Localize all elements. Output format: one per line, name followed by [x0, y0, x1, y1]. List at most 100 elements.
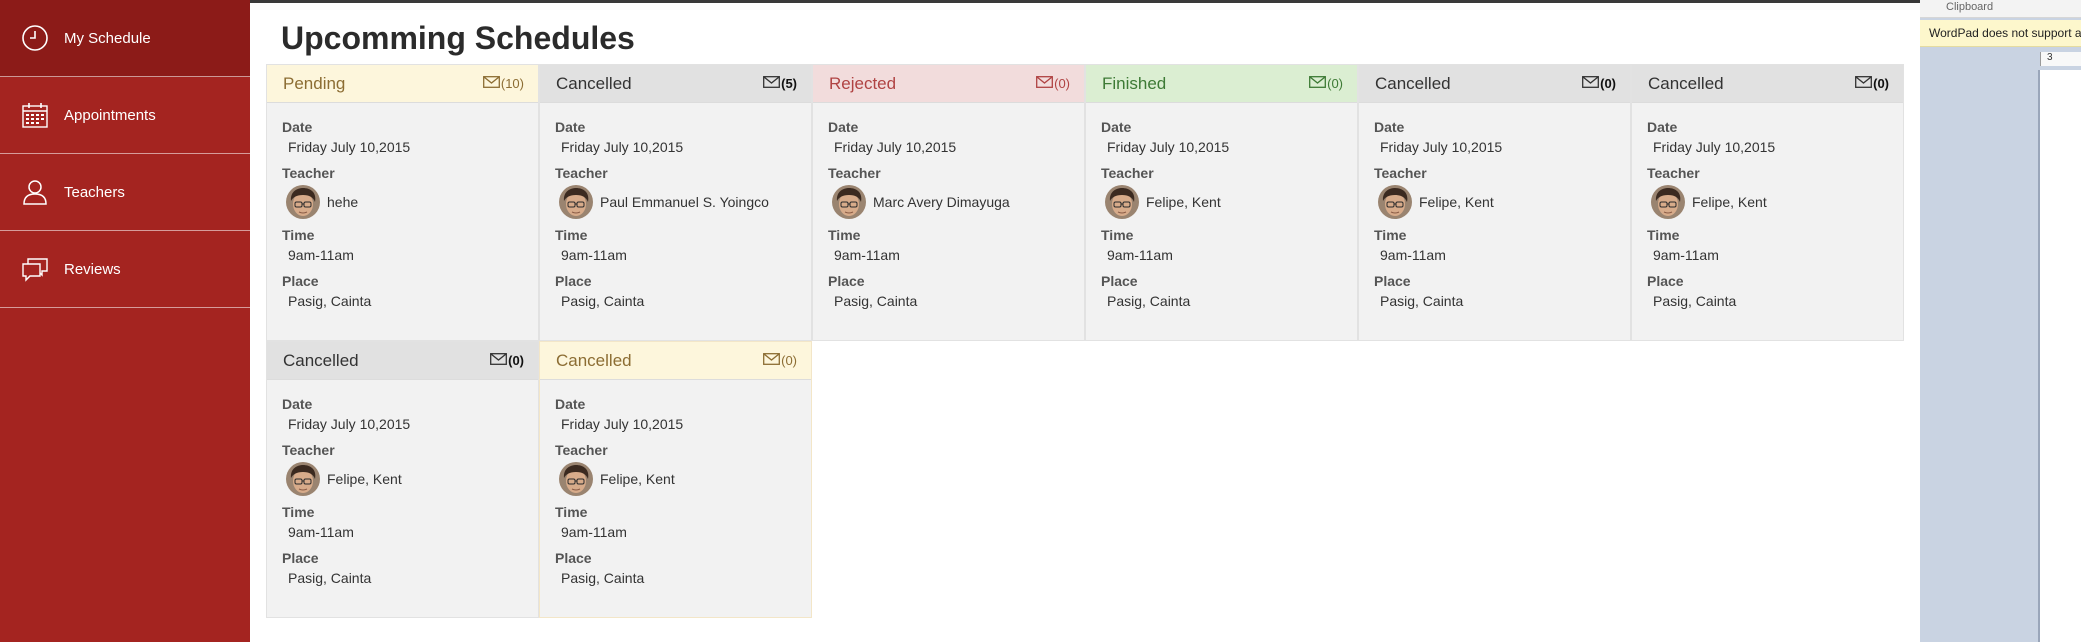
message-count[interactable]: (0)	[1309, 76, 1343, 91]
schedule-card[interactable]: Cancelled (5) Date Friday July 10,2015 T…	[539, 64, 812, 341]
message-count-value: (0)	[1873, 76, 1889, 91]
main-content: Upcomming Schedules Pending (10) Date Fr…	[250, 0, 1920, 642]
time-value: 9am-11am	[1107, 247, 1173, 263]
teacher-name[interactable]: Paul Emmanuel S. Yoingco	[600, 194, 769, 210]
time-label: Time	[1374, 227, 1407, 243]
card-header: Finished (0)	[1086, 65, 1357, 103]
teacher-name[interactable]: Felipe, Kent	[327, 471, 402, 487]
sidebar-item-teachers[interactable]: Teachers	[0, 154, 250, 231]
schedule-card[interactable]: Finished (0) Date Friday July 10,2015 Te…	[1085, 64, 1358, 341]
teacher-name[interactable]: Felipe, Kent	[1692, 194, 1767, 210]
place-label: Place	[1374, 273, 1411, 289]
sidebar-item-label: Appointments	[64, 106, 156, 124]
message-count[interactable]: (0)	[1582, 76, 1616, 91]
card-body: Date Friday July 10,2015 Teacher Marc Av…	[813, 103, 1084, 309]
document-page[interactable]	[2038, 70, 2081, 642]
sidebar-item-reviews[interactable]: Reviews	[0, 231, 250, 308]
sidebar: My Schedule Appointments Teachers Review…	[0, 0, 250, 642]
envelope-icon	[763, 353, 781, 368]
message-count[interactable]: (0)	[763, 353, 797, 368]
card-header: Cancelled (5)	[540, 65, 811, 103]
teacher-label: Teacher	[1101, 165, 1154, 181]
schedule-card[interactable]: Cancelled (0) Date Friday July 10,2015 T…	[1358, 64, 1631, 341]
avatar	[1378, 185, 1412, 219]
schedule-card[interactable]: Rejected (0) Date Friday July 10,2015 Te…	[812, 64, 1085, 341]
sidebar-item-my-schedule[interactable]: My Schedule	[0, 0, 250, 77]
avatar	[832, 185, 866, 219]
place-value: Pasig, Cainta	[834, 293, 918, 309]
card-header: Pending (10)	[267, 65, 538, 103]
avatar	[1651, 185, 1685, 219]
date-value: Friday July 10,2015	[1107, 139, 1230, 155]
message-count-value: (0)	[1054, 76, 1070, 91]
card-body: Date Friday July 10,2015 Teacher Felipe,…	[267, 380, 538, 586]
envelope-icon	[1309, 76, 1327, 91]
teacher-label: Teacher	[1647, 165, 1700, 181]
teacher-label: Teacher	[555, 165, 608, 181]
message-count-value: (10)	[500, 76, 524, 91]
teacher-name[interactable]: hehe	[327, 194, 358, 210]
date-label: Date	[828, 119, 859, 135]
card-header: Cancelled (0)	[267, 342, 538, 380]
teacher-row: Felipe, Kent	[1101, 185, 1342, 219]
envelope-icon	[1855, 76, 1873, 91]
place-value: Pasig, Cainta	[288, 293, 372, 309]
avatar	[286, 185, 320, 219]
time-label: Time	[282, 227, 315, 243]
date-label: Date	[1374, 119, 1405, 135]
envelope-icon	[1036, 76, 1054, 91]
teacher-name[interactable]: Felipe, Kent	[600, 471, 675, 487]
card-body: Date Friday July 10,2015 Teacher Felipe,…	[1359, 103, 1630, 309]
schedule-card[interactable]: Cancelled (0) Date Friday July 10,2015 T…	[539, 341, 812, 618]
message-count[interactable]: (5)	[763, 76, 797, 91]
place-label: Place	[1647, 273, 1684, 289]
envelope-icon	[490, 353, 508, 368]
message-count-value: (0)	[508, 353, 524, 368]
schedule-card[interactable]: Cancelled (0) Date Friday July 10,2015 T…	[266, 341, 539, 618]
teacher-label: Teacher	[828, 165, 881, 181]
teacher-name[interactable]: Marc Avery Dimayuga	[873, 194, 1010, 210]
wordpad-notice-bar: WordPad does not support a	[1920, 20, 2081, 47]
ruler-number: 3	[2047, 52, 2053, 63]
envelope-icon	[482, 76, 501, 91]
sidebar-item-label: Reviews	[64, 260, 121, 278]
message-count[interactable]: (0)	[490, 353, 524, 368]
status-label: Cancelled	[556, 350, 632, 370]
time-value: 9am-11am	[834, 247, 900, 263]
calendar-icon	[20, 100, 50, 130]
status-label: Rejected	[829, 73, 897, 93]
date-label: Date	[555, 119, 586, 135]
card-header: Cancelled (0)	[540, 342, 811, 380]
message-count[interactable]: (0)	[1855, 76, 1889, 91]
teacher-row: Felipe, Kent	[1647, 185, 1888, 219]
sidebar-item-appointments[interactable]: Appointments	[0, 77, 250, 154]
time-label: Time	[555, 227, 588, 243]
place-value: Pasig, Cainta	[1107, 293, 1191, 309]
teacher-row: Felipe, Kent	[1374, 185, 1615, 219]
teacher-label: Teacher	[282, 442, 335, 458]
schedule-card[interactable]: Pending (10) Date Friday July 10,2015 Te…	[266, 64, 539, 341]
teacher-row: Marc Avery Dimayuga	[828, 185, 1069, 219]
time-label: Time	[282, 504, 315, 520]
avatar	[1105, 185, 1139, 219]
time-value: 9am-11am	[288, 247, 354, 263]
place-label: Place	[555, 550, 592, 566]
status-label: Cancelled	[1375, 73, 1451, 93]
sidebar-item-label: Teachers	[64, 183, 125, 201]
teacher-label: Teacher	[282, 165, 335, 181]
wordpad-ribbon: Clipboard	[1920, 0, 2081, 18]
envelope-icon	[763, 76, 781, 91]
place-label: Place	[555, 273, 592, 289]
message-count[interactable]: (0)	[1036, 76, 1070, 91]
schedule-card[interactable]: Cancelled (0) Date Friday July 10,2015 T…	[1631, 64, 1904, 341]
date-value: Friday July 10,2015	[288, 139, 411, 155]
date-value: Friday July 10,2015	[561, 139, 684, 155]
clock-icon	[20, 23, 50, 53]
message-count[interactable]: (10)	[482, 76, 524, 91]
teacher-label: Teacher	[555, 442, 608, 458]
date-value: Friday July 10,2015	[288, 416, 411, 432]
date-label: Date	[1101, 119, 1132, 135]
teacher-name[interactable]: Felipe, Kent	[1419, 194, 1494, 210]
card-body: Date Friday July 10,2015 Teacher hehe Ti…	[267, 103, 538, 309]
teacher-name[interactable]: Felipe, Kent	[1146, 194, 1221, 210]
